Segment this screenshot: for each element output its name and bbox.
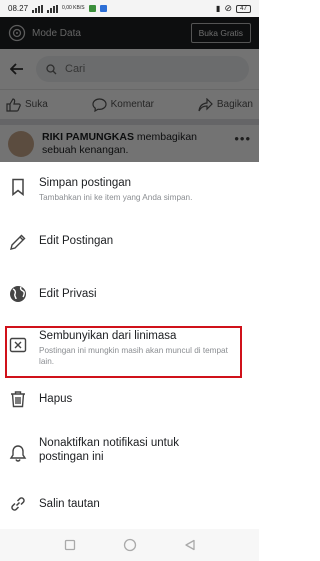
menu-item-title: Salin tautan bbox=[39, 498, 100, 510]
recents-square-icon[interactable] bbox=[64, 539, 76, 551]
avatar[interactable] bbox=[8, 131, 34, 157]
search-icon bbox=[46, 63, 57, 74]
background-screen: Mode Data Buka Gratis Cari Suka Komentar bbox=[0, 17, 259, 162]
menu-item-save-post[interactable]: Simpan postingan Tambahkan ini ke item y… bbox=[0, 176, 259, 216]
search-input[interactable]: Cari bbox=[36, 56, 249, 82]
menu-item-title: Edit Privasi bbox=[39, 288, 97, 300]
data-mode-bar: Mode Data Buka Gratis bbox=[0, 17, 259, 49]
pencil-icon bbox=[10, 234, 26, 250]
menu-item-turn-off-notifications[interactable]: Nonaktifkan notifikasi untuk postingan i… bbox=[0, 436, 259, 472]
menu-item-edit-post[interactable]: Edit Postingan bbox=[0, 233, 259, 263]
search-placeholder: Cari bbox=[65, 63, 86, 75]
back-arrow-icon[interactable] bbox=[10, 63, 24, 75]
comment-icon bbox=[92, 97, 107, 112]
menu-item-title: Hapus bbox=[39, 393, 73, 405]
menu-item-title: Simpan postingan bbox=[39, 177, 132, 189]
share-icon bbox=[198, 97, 213, 111]
menu-item-subtitle: Tambahkan ini ke item yang Anda simpan. bbox=[39, 193, 193, 202]
post-author[interactable]: RIKI PAMUNGKAS bbox=[42, 131, 134, 143]
like-label: Suka bbox=[25, 99, 48, 110]
bookmark-icon bbox=[12, 178, 24, 196]
wifi-off-icon: ⊘ bbox=[224, 3, 232, 13]
thumbs-up-icon bbox=[6, 97, 21, 112]
net-speed: 0,00 KB/S bbox=[62, 5, 85, 11]
post-options-sheet: Simpan postingan Tambahkan ini ke item y… bbox=[0, 162, 259, 529]
menu-item-title: Sembunyikan dari linimasa bbox=[39, 330, 177, 342]
menu-item-edit-privacy[interactable]: Edit Privasi bbox=[0, 285, 259, 315]
post-actions-bar: Suka Komentar Bagikan bbox=[0, 89, 259, 125]
menu-item-copy-link[interactable]: Salin tautan bbox=[0, 495, 259, 525]
data-mode-icon bbox=[8, 24, 26, 42]
hide-x-icon bbox=[9, 337, 27, 353]
more-options-icon[interactable]: ••• bbox=[234, 131, 251, 146]
search-row: Cari bbox=[0, 49, 259, 89]
status-bar: 08.27 0,00 KB/S ▮ ⊘ 47 bbox=[0, 0, 259, 17]
app-notification-icon-2 bbox=[99, 5, 107, 12]
menu-item-delete[interactable]: Hapus bbox=[0, 390, 259, 420]
comment-label: Komentar bbox=[110, 99, 154, 110]
navigation-bar bbox=[0, 529, 259, 561]
data-mode-label: Mode Data bbox=[32, 27, 81, 39]
menu-item-subtitle: Postingan ini mungkin masih akan muncul … bbox=[39, 346, 228, 366]
share-button[interactable]: Bagikan bbox=[198, 97, 253, 112]
vibrate-icon: ▮ bbox=[216, 4, 221, 13]
free-access-button[interactable]: Buka Gratis bbox=[190, 23, 251, 43]
share-label: Bagikan bbox=[216, 99, 253, 110]
comment-button[interactable]: Komentar bbox=[92, 97, 154, 112]
like-button[interactable]: Suka bbox=[6, 97, 48, 112]
signal-icon-2 bbox=[47, 4, 59, 13]
menu-item-title: Nonaktifkan notifikasi untuk postingan i… bbox=[39, 437, 179, 463]
post-header: RIKI PAMUNGKAS membagikan sebuah kenanga… bbox=[0, 125, 259, 165]
status-time: 08.27 bbox=[8, 4, 29, 13]
post-title: RIKI PAMUNGKAS membagikan sebuah kenanga… bbox=[42, 131, 226, 157]
bell-icon bbox=[9, 445, 27, 462]
trash-icon bbox=[11, 391, 25, 408]
globe-icon bbox=[10, 286, 26, 302]
back-triangle-icon[interactable] bbox=[184, 539, 196, 551]
battery-icon: 47 bbox=[236, 4, 251, 13]
menu-item-hide-from-timeline[interactable]: Sembunyikan dari linimasa Postingan ini … bbox=[0, 329, 259, 373]
app-notification-icon bbox=[88, 5, 96, 12]
menu-item-title: Edit Postingan bbox=[39, 235, 114, 247]
link-icon bbox=[11, 497, 25, 511]
signal-icon bbox=[32, 4, 44, 13]
battery-level: 47 bbox=[240, 5, 247, 12]
home-circle-icon[interactable] bbox=[123, 538, 137, 552]
